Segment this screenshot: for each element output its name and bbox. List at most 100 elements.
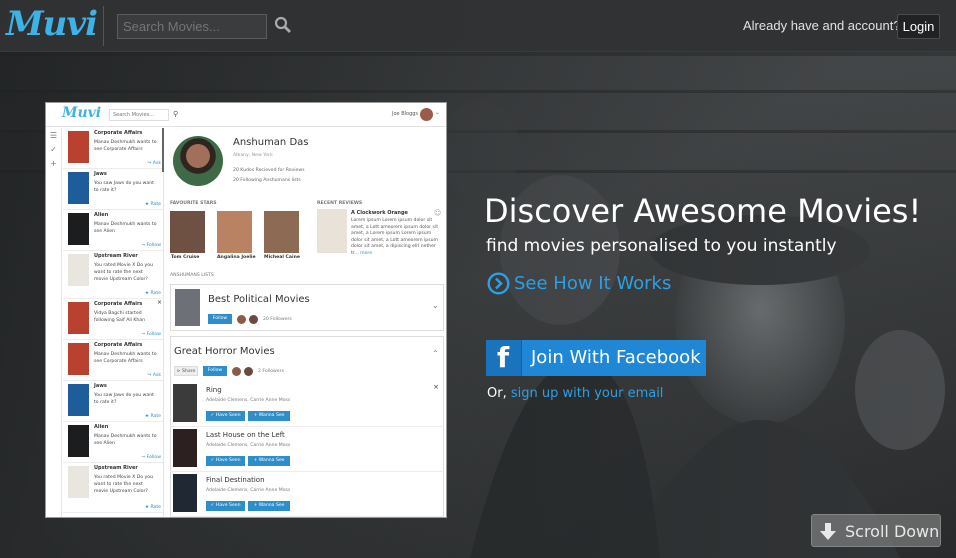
wanna-see-label: Wanna See (258, 413, 285, 418)
feed-poster (68, 302, 89, 334)
follower-avatar (249, 315, 258, 324)
feed-item: Alien Manav Deshmukh wants to see Alien … (63, 422, 163, 463)
share-label: Share (182, 369, 196, 374)
see-how-it-works-label: See How It Works (514, 273, 672, 294)
feed-action: → Follow (141, 455, 161, 460)
sign-up-email-link[interactable]: sign up with your email (511, 386, 664, 401)
feed-action-label: Rate (150, 291, 161, 296)
feed-item: Corporate Affairs Manav Deshmukh wants t… (63, 340, 163, 381)
facebook-icon: f (486, 340, 522, 376)
search-input[interactable] (117, 14, 267, 39)
feed-action: ★ Rate (144, 505, 161, 510)
logo-divider (103, 6, 104, 46)
preview-profile-panel: Anshuman Das Albany, New York 20 Kudos R… (165, 128, 446, 517)
list-poster (175, 289, 200, 326)
wanna-see-label: Wanna See (258, 458, 285, 463)
preview-header: Muvi Search Movies... ⚲ Joe Bloggs ⌄ (46, 103, 446, 127)
facebook-f-glyph: f (497, 341, 510, 374)
movie-poster (173, 474, 197, 512)
have-seen-label: Have Seen (215, 413, 241, 418)
feed-action: ↪ Ask (147, 373, 161, 378)
wanna-see-button: + Wanna See (248, 456, 290, 466)
feed-action: ★ Rate (144, 291, 161, 296)
feed-title: Jaws (94, 383, 107, 389)
feed-title: Alien (94, 424, 109, 430)
app-preview-screenshot: Muvi Search Movies... ⚲ Joe Bloggs ⌄ ☰ ✓… (45, 102, 447, 518)
top-navigation-bar: Muvi Already have and account? Login (0, 0, 956, 52)
muvi-logo[interactable]: Muvi (6, 4, 98, 44)
feed-description: Manav Deshmukh wants to see Corporate Af… (94, 140, 157, 152)
feed-description: You rated Movie X Do you want to rate th… (94, 263, 153, 282)
join-with-facebook-button[interactable]: f Join With Facebook (486, 340, 706, 376)
profile-stat-following: 20 Following Anshumans lists (233, 178, 301, 183)
feed-poster (68, 466, 89, 498)
movie-title: Final Destination (206, 476, 265, 484)
preview-feed-scrollbar (162, 128, 164, 172)
feed-poster (68, 254, 89, 286)
feed-poster (68, 172, 89, 204)
feed-action: ★ Rate (144, 202, 161, 207)
close-icon: × (433, 383, 439, 391)
feed-item: Corporate Affairs Manav Deshmukh wants t… (63, 128, 163, 169)
search-icon[interactable] (274, 16, 292, 34)
feed-action: → Follow (141, 243, 161, 248)
list-followers: 20 Followers (263, 317, 292, 322)
feed-description: You saw Jaws do you want to rate it? (94, 393, 154, 405)
preview-user-name: Joe Bloggs (392, 111, 419, 117)
feed-action-label: Ask (152, 373, 161, 378)
preview-activity-feed: Corporate Affairs Manav Deshmukh wants t… (63, 128, 164, 517)
feed-action-label: Ask (152, 161, 161, 166)
list-share-button: ⋗ Share (174, 366, 198, 376)
feed-action-label: Follow (146, 455, 161, 460)
feed-title: Corporate Affairs (94, 301, 143, 307)
movie-poster (173, 429, 197, 467)
list-title: Best Political Movies (208, 294, 310, 305)
profile-name: Anshuman Das (233, 137, 309, 148)
or-label: Or, (487, 386, 507, 401)
feed-description: You saw Jaws do you want to rate it? (94, 181, 154, 193)
star-photo (170, 211, 205, 253)
wanna-see-button: + Wanna See (248, 501, 290, 511)
preview-chevron-down-icon: ⌄ (435, 109, 441, 116)
list-follow-button: Follow (203, 366, 227, 376)
review-poster (317, 209, 347, 253)
preview-plus-icon: + (50, 159, 57, 168)
preview-search-input: Search Movies... (109, 109, 169, 121)
feed-item: Corporate Affairs × Vidya Bagchi started… (63, 299, 163, 340)
star-name: Angalina Joelie (217, 255, 256, 260)
review-title: A Clockwork Orange (351, 210, 408, 216)
star-name: Micheal Caine (264, 255, 300, 260)
wanna-see-button: + Wanna See (248, 411, 290, 421)
feed-title: Alien (94, 212, 109, 218)
review-smiley-icon: ☺ (434, 209, 442, 217)
feed-description: Manav Deshmukh wants to see Alien (94, 434, 157, 446)
feed-poster (68, 343, 89, 375)
follower-avatar (244, 367, 253, 376)
list-card-political: Best Political Movies Follow 20 Follower… (170, 284, 444, 331)
preview-check-icon: ✓ (50, 145, 57, 154)
recent-reviews-heading: RECENT REVIEWS (317, 201, 363, 206)
feed-title: Corporate Affairs (94, 342, 143, 348)
feed-poster (68, 425, 89, 457)
preview-tool-rail: ☰ ✓ + (46, 128, 62, 517)
follower-avatar (232, 367, 241, 376)
movie-poster (173, 384, 197, 422)
feed-title: Upstream River (94, 253, 138, 259)
lists-heading: ANSHUMANS LISTS (170, 273, 214, 278)
star-name: Tom Cruise (171, 255, 200, 260)
have-seen-button: ✓ Have Seen (206, 411, 245, 421)
review-body: Lorem ipsum Lorem ipsum dolor sit amet, … (351, 218, 439, 257)
feed-action: → Follow (141, 332, 161, 337)
star-photo (217, 211, 252, 253)
feed-item: Upstream River You rated Movie X Do you … (63, 251, 163, 299)
preview-logo: Muvi (62, 105, 102, 121)
feed-description: Manav Deshmukh wants to see Alien (94, 222, 157, 234)
movie-cast: Adelaide Clemens, Carrie Anne Moss (206, 488, 291, 493)
login-button[interactable]: Login (897, 14, 940, 39)
scroll-down-button[interactable]: Scroll Down (811, 514, 941, 547)
have-seen-button: ✓ Have Seen (206, 456, 245, 466)
profile-avatar (173, 136, 223, 186)
preview-user-avatar (420, 108, 433, 121)
feed-title: Upstream River (94, 465, 138, 471)
follower-avatar (237, 315, 246, 324)
